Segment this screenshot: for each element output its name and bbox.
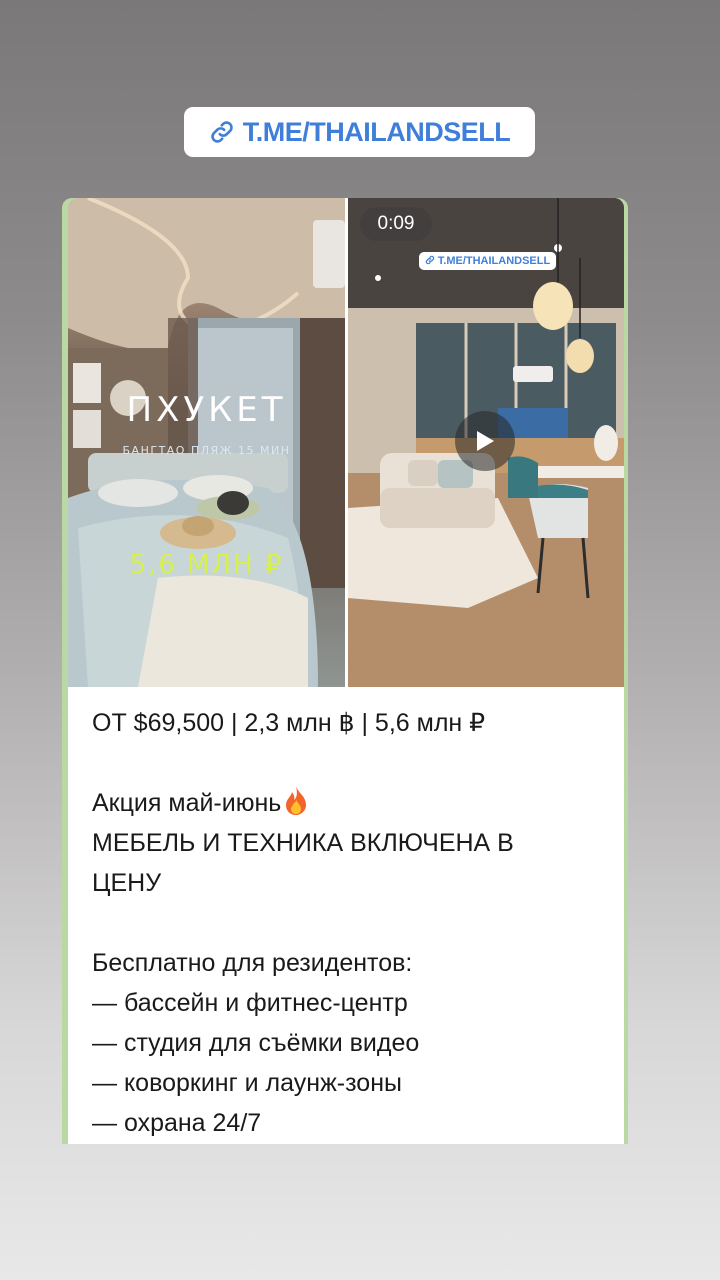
- list-item: — охрана 24/7: [92, 1109, 262, 1137]
- free-heading: Бесплатно для резидентов:: [92, 949, 413, 977]
- channel-link-pill[interactable]: T.ME/THAILANDSELL: [184, 107, 535, 157]
- bedroom-photo[interactable]: ПХУКЕТ БАНГТАО ПЛЯЖ 15 МИН 5,6 МЛН ₽: [68, 198, 345, 687]
- video-duration: 0:09: [360, 207, 432, 241]
- furniture-line-2: ЦЕНУ: [92, 869, 162, 897]
- watermark-text: T.ME/THAILANDSELL: [437, 255, 551, 267]
- living-room-video[interactable]: 0:09 T.ME/THAILANDSELL: [348, 198, 624, 687]
- message-text: ОТ $69,500 | 2,3 млн ฿ | 5,6 млн ₽ Акция…: [92, 703, 612, 1143]
- link-icon: [209, 119, 235, 145]
- bedroom-illustration: [68, 198, 345, 687]
- list-item: — бассейн и фитнес-центр: [92, 989, 408, 1017]
- list-item: — студия для съёмки видео: [92, 1029, 420, 1057]
- promo-text: Акция май-июнь: [92, 789, 282, 817]
- price-line: ОТ $69,500 | 2,3 млн ฿ | 5,6 млн ₽: [92, 709, 486, 737]
- channel-link-text[interactable]: T.ME/THAILANDSELL: [243, 117, 511, 148]
- watermark-link-icon: [425, 255, 435, 268]
- furniture-line-1: МЕБЕЛЬ И ТЕХНИКА ВКЛЮЧЕНА В: [92, 829, 514, 857]
- city-title: ПХУКЕТ: [126, 390, 287, 430]
- price-overlay: 5,6 МЛН ₽: [129, 550, 284, 580]
- video-watermark: T.ME/THAILANDSELL: [419, 252, 556, 270]
- location-subtitle: БАНГТАО ПЛЯЖ 15 МИН: [122, 444, 291, 457]
- list-item: — коворкинг и лаунж-зоны: [92, 1069, 402, 1097]
- message-bubble: ПХУКЕТ БАНГТАО ПЛЯЖ 15 МИН 5,6 МЛН ₽ 0:0…: [68, 198, 624, 1144]
- fire-emoji-icon: [281, 784, 311, 816]
- play-icon[interactable]: [455, 411, 515, 471]
- promo-line: Акция май-июнь: [92, 783, 612, 823]
- message-card: ПХУКЕТ БАНГТАО ПЛЯЖ 15 МИН 5,6 МЛН ₽ 0:0…: [62, 198, 628, 1144]
